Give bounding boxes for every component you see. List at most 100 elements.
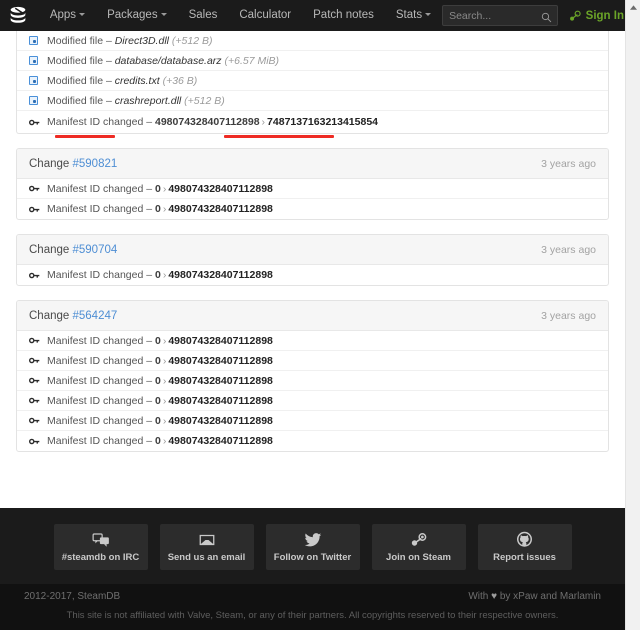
nav-item-label: Stats	[396, 9, 422, 21]
search-input[interactable]	[443, 6, 557, 25]
row-separator: –	[146, 335, 152, 347]
change-card-header: Change #590821 3 years ago	[17, 149, 608, 179]
footer-credit-prefix: With	[468, 591, 491, 602]
footer-button-email[interactable]: Send us an email	[160, 524, 254, 570]
row-separator: –	[146, 415, 152, 427]
nav-item-calculator[interactable]: Calculator	[228, 0, 302, 31]
manifest-change-row: Manifest ID changed – 0›4980743284071128…	[17, 199, 608, 219]
row-label: Manifest ID changed	[47, 183, 143, 195]
footer-button-label: Join on Steam	[386, 552, 451, 563]
key-icon	[29, 395, 47, 406]
footer-button-twitter[interactable]: Follow on Twitter	[266, 524, 360, 570]
nav-item-patch-notes[interactable]: Patch notes	[302, 0, 385, 31]
footer-bottom-bar: 2012-2017, SteamDB With ♥ by xPaw and Ma…	[0, 584, 625, 630]
footer-button-row: #steamdb on IRC Send us an email Follow …	[0, 524, 625, 584]
top-navbar: Apps Packages Sales Calculator Patch not…	[0, 0, 632, 31]
change-card-header: Change #564247 3 years ago	[17, 301, 608, 331]
row-separator: –	[146, 183, 152, 195]
row-label: Modified file	[47, 95, 103, 107]
manifest-id-new: 498074328407112898	[168, 415, 273, 427]
change-id-link[interactable]: #590821	[72, 158, 117, 170]
footer-credit-suffix: by xPaw and Marlamin	[497, 591, 601, 602]
manifest-change-row-highlighted: Manifest ID changed – 498074328407112898…	[17, 111, 608, 133]
search-icon	[541, 10, 552, 28]
file-name: Direct3D.dll	[115, 35, 169, 47]
row-label: Manifest ID changed	[47, 203, 143, 215]
manifest-id-new: 498074328407112898	[168, 375, 273, 387]
manifest-id-new: 498074328407112898	[168, 435, 273, 447]
scroll-up-arrow[interactable]	[626, 0, 640, 15]
footer-button-label: Report issues	[493, 552, 556, 563]
key-icon	[29, 270, 47, 281]
key-icon	[29, 204, 47, 215]
steamdb-logo[interactable]	[6, 3, 31, 29]
row-label: Manifest ID changed	[47, 335, 143, 347]
manifest-id-new: 7487137163213415854	[267, 116, 378, 128]
file-change-row: Modified file – Direct3D.dll (+512 B)	[17, 31, 608, 51]
chat-icon	[91, 531, 111, 549]
sign-in-button[interactable]: Sign In	[568, 9, 624, 23]
footer-credit: With ♥ by xPaw and Marlamin	[468, 591, 601, 602]
change-id-link[interactable]: #590704	[72, 244, 117, 256]
manifest-change-row: Manifest ID changed – 0›4980743284071128…	[17, 371, 608, 391]
row-separator: –	[106, 95, 112, 107]
arrow-icon: ›	[260, 116, 268, 128]
change-card-header: Change #590704 3 years ago	[17, 235, 608, 265]
arrow-icon: ›	[161, 183, 169, 195]
manifest-id-old: 498074328407112898	[155, 116, 260, 128]
change-card: Change #564247 3 years ago Manifest ID c…	[16, 300, 609, 452]
manifest-change-row: Manifest ID changed – 0›4980743284071128…	[17, 351, 608, 371]
row-separator: –	[106, 35, 112, 47]
manifest-change-row: Manifest ID changed – 0›4980743284071128…	[17, 265, 608, 285]
steamdb-page: Apps Packages Sales Calculator Patch not…	[0, 0, 640, 630]
search-box[interactable]	[442, 5, 558, 26]
row-label: Manifest ID changed	[47, 116, 143, 128]
change-card: Change #590821 3 years ago Manifest ID c…	[16, 148, 609, 220]
change-id-link[interactable]: #564247	[72, 310, 117, 322]
manifest-id-new: 498074328407112898	[168, 183, 273, 195]
row-separator: –	[146, 395, 152, 407]
change-title: Change #564247	[29, 310, 117, 322]
chevron-down-icon	[161, 13, 167, 16]
page-scrollbar[interactable]	[625, 0, 640, 630]
arrow-icon: ›	[161, 435, 169, 447]
page-footer: #steamdb on IRC Send us an email Follow …	[0, 508, 625, 630]
row-separator: –	[106, 75, 112, 87]
change-card: Change #590704 3 years ago Manifest ID c…	[16, 234, 609, 286]
nav-item-stats[interactable]: Stats	[385, 0, 442, 31]
file-change-row: Modified file – database/database.arz (+…	[17, 51, 608, 71]
file-name: credits.txt	[115, 75, 160, 87]
key-icon	[29, 355, 47, 366]
row-label: Modified file	[47, 35, 103, 47]
arrow-icon: ›	[161, 335, 169, 347]
change-title-prefix: Change	[29, 310, 72, 322]
chevron-down-icon	[425, 13, 431, 16]
nav-item-sales[interactable]: Sales	[178, 0, 229, 31]
twitter-icon	[303, 531, 323, 549]
nav-item-label: Packages	[107, 9, 158, 21]
sign-in-label: Sign In	[586, 10, 624, 22]
file-icon	[29, 56, 47, 65]
footer-info-line: 2012-2017, SteamDB With ♥ by xPaw and Ma…	[24, 591, 601, 602]
row-separator: –	[146, 355, 152, 367]
manifest-id-new: 498074328407112898	[168, 269, 273, 281]
key-icon	[29, 335, 47, 346]
manifest-change-row: Manifest ID changed – 0›4980743284071128…	[17, 331, 608, 351]
manifest-change-row: Manifest ID changed – 0›4980743284071128…	[17, 391, 608, 411]
file-icon	[29, 96, 47, 105]
footer-button-steam[interactable]: Join on Steam	[372, 524, 466, 570]
key-icon	[29, 375, 47, 386]
manifest-id-new: 498074328407112898	[168, 355, 273, 367]
nav-item-apps[interactable]: Apps	[39, 0, 96, 31]
footer-button-github[interactable]: Report issues	[478, 524, 572, 570]
footer-button-label: #steamdb on IRC	[62, 552, 140, 563]
arrow-icon: ›	[161, 395, 169, 407]
row-label: Modified file	[47, 55, 103, 67]
nav-item-packages[interactable]: Packages	[96, 0, 178, 31]
row-separator: –	[146, 203, 152, 215]
row-separator: –	[146, 269, 152, 281]
arrow-icon: ›	[161, 203, 169, 215]
footer-button-irc[interactable]: #steamdb on IRC	[54, 524, 148, 570]
annotation-underline-label	[55, 135, 115, 138]
github-icon	[515, 531, 534, 549]
